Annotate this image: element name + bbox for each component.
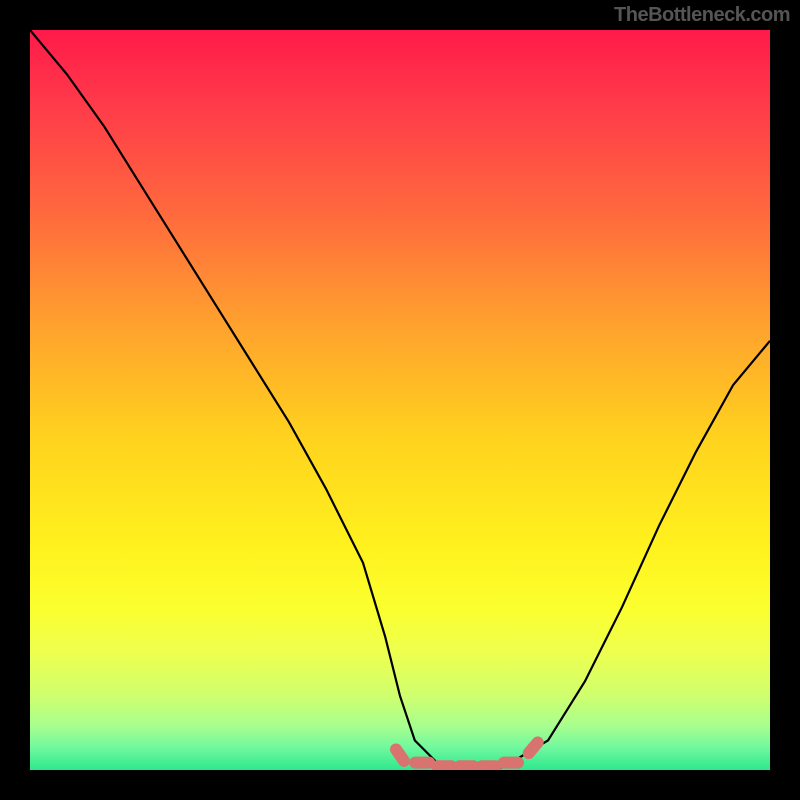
watermark-text: TheBottleneck.com: [614, 4, 790, 27]
gradient-background: [30, 30, 770, 770]
marker-point: [409, 757, 435, 769]
chart-svg: [30, 30, 770, 770]
plot-area: [30, 30, 770, 770]
marker-point: [431, 760, 457, 770]
marker-point: [498, 757, 524, 769]
marker-point: [454, 760, 480, 770]
chart-container: TheBottleneck.com: [0, 0, 800, 800]
marker-point: [476, 760, 502, 770]
